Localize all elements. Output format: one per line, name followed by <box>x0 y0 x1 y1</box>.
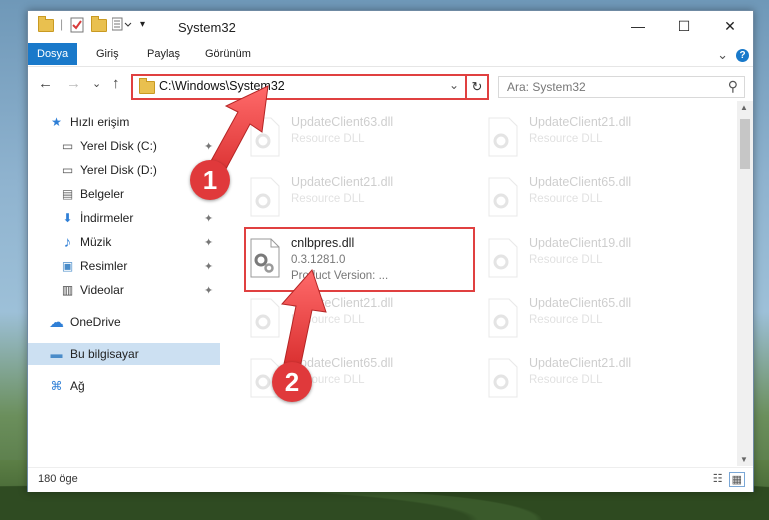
annotation-arrows <box>205 85 327 369</box>
step-badge-1: 1 <box>190 160 230 200</box>
arrow-2 <box>281 269 327 369</box>
step-badge-2: 2 <box>272 362 312 402</box>
